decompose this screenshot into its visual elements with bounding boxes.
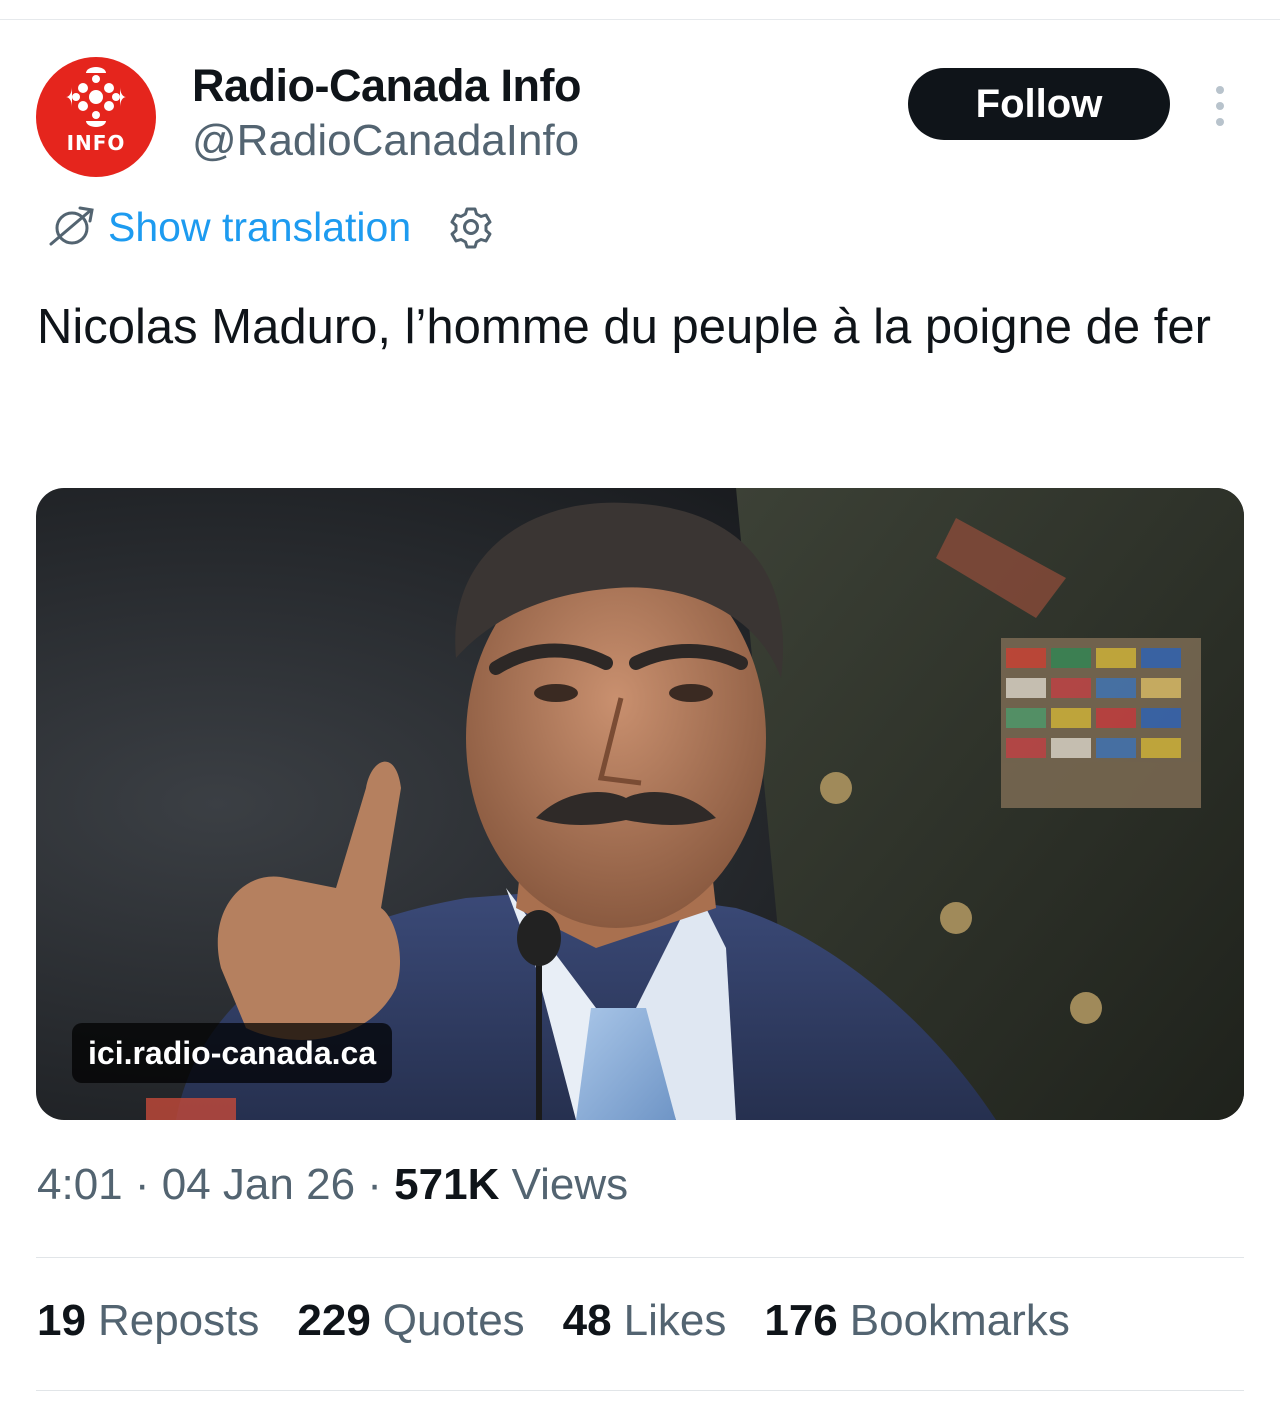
stat-label: Quotes: [382, 1296, 525, 1345]
link-domain-badge[interactable]: ici.radio-canada.ca: [72, 1023, 393, 1083]
show-translation-link[interactable]: Show translation: [108, 204, 411, 251]
translate-icon: [49, 206, 94, 246]
meta-separator: ·: [367, 1160, 382, 1209]
follow-button[interactable]: Follow: [908, 68, 1170, 140]
divider: [36, 1390, 1244, 1391]
stat-reposts[interactable]: 19 Reposts: [37, 1296, 259, 1346]
divider: [36, 1257, 1244, 1258]
display-name[interactable]: Radio-Canada Info: [192, 60, 582, 112]
stat-count: 19: [37, 1296, 86, 1345]
stat-likes[interactable]: 48 Likes: [563, 1296, 727, 1346]
tweet-meta: 4:01 · 04 Jan 26 · 571K Views: [37, 1160, 628, 1210]
views-label: Views: [511, 1160, 629, 1209]
more-vertical-icon[interactable]: [1208, 84, 1232, 128]
link-preview-card[interactable]: ici.radio-canada.ca: [36, 488, 1244, 1120]
handle[interactable]: @RadioCanadaInfo: [192, 116, 579, 166]
gear-icon[interactable]: [449, 205, 493, 249]
stat-quotes[interactable]: 229 Quotes: [297, 1296, 524, 1346]
radio-canada-logo-icon: [66, 67, 126, 127]
translation-row: Show translation: [48, 200, 493, 254]
avatar[interactable]: INFO: [36, 57, 156, 177]
views-count: 571K: [394, 1160, 500, 1209]
stat-label: Likes: [623, 1296, 727, 1345]
stat-bookmarks[interactable]: 176 Bookmarks: [764, 1296, 1070, 1346]
stat-count: 176: [764, 1296, 838, 1345]
meta-separator: ·: [134, 1160, 150, 1209]
top-divider: [0, 19, 1280, 20]
tweet-text: Nicolas Maduro, l’homme du peuple à la p…: [37, 300, 1211, 354]
stat-label: Reposts: [97, 1296, 260, 1345]
engagement-stats: 19 Reposts 229 Quotes 48 Likes 176 Bookmarks: [37, 1296, 1108, 1346]
stat-label: Bookmarks: [849, 1296, 1070, 1345]
avatar-label: INFO: [66, 131, 126, 155]
tweet-date[interactable]: 04 Jan 26: [162, 1160, 355, 1209]
tweet-time[interactable]: 4:01: [37, 1160, 123, 1209]
stat-count: 48: [562, 1296, 612, 1345]
stat-count: 229: [297, 1296, 371, 1345]
